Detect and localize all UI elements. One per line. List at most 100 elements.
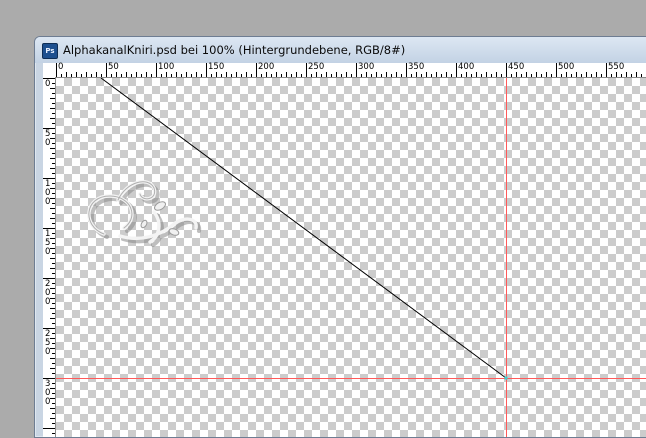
ruler-tick (626, 72, 627, 77)
ruler-tick (101, 74, 102, 77)
ruler-tick (161, 74, 162, 77)
ruler-tick (206, 63, 207, 77)
ruler-label: 500 (558, 62, 575, 72)
ruler-tick (426, 72, 427, 77)
ruler-label: 50 (45, 129, 51, 148)
ruler-tick (50, 368, 55, 369)
ruler-label: 50 (108, 62, 119, 72)
ruler-tick (171, 74, 172, 77)
ruler-tick (276, 72, 277, 77)
ruler-label: 250 (308, 62, 325, 72)
ruler-tick (596, 72, 597, 77)
ruler-tick (176, 72, 177, 77)
ruler-tick (436, 72, 437, 77)
ruler-tick (52, 223, 55, 224)
canvas-area[interactable] (56, 78, 646, 437)
ruler-tick (641, 74, 642, 77)
ruler-tick (52, 153, 55, 154)
ruler-tick (56, 63, 57, 77)
ruler-tick (52, 123, 55, 124)
ruler-tick (431, 74, 432, 77)
ruler-tick (536, 72, 537, 77)
ruler-tick (52, 413, 55, 414)
ruler-tick (191, 74, 192, 77)
ruler-tick (146, 72, 147, 77)
ruler-label: 0 (45, 79, 51, 89)
ruler-tick (366, 72, 367, 77)
ruler-tick (266, 72, 267, 77)
ruler-tick (52, 173, 55, 174)
ruler-tick (421, 74, 422, 77)
ruler-label: 450 (508, 62, 525, 72)
ruler-tick (416, 72, 417, 77)
ruler-tick (52, 373, 55, 374)
ruler-label: 150 (208, 62, 225, 72)
ruler-tick (52, 433, 55, 434)
ruler-tick (106, 63, 107, 77)
ruler-tick (351, 74, 352, 77)
ruler-tick (336, 72, 337, 77)
photoshop-icon: Ps (42, 43, 58, 59)
ruler-label: 100 (158, 62, 175, 72)
ruler-tick (111, 74, 112, 77)
ruler-tick (50, 168, 55, 169)
ruler-tick (461, 74, 462, 77)
ruler-tick (396, 72, 397, 77)
ornament-graphic (87, 180, 202, 247)
ruler-tick (76, 72, 77, 77)
ruler-tick (50, 408, 55, 409)
ruler-tick (50, 418, 55, 419)
ruler-tick (156, 63, 157, 77)
ruler-tick (91, 74, 92, 77)
ruler-tick (406, 63, 407, 77)
ruler-tick (541, 74, 542, 77)
ruler-tick (50, 318, 55, 319)
ruler-tick (52, 113, 55, 114)
ruler-tick (446, 72, 447, 77)
ruler-tick (121, 74, 122, 77)
title-bar[interactable]: Ps AlphakanalKniri.psd bei 100% (Hinterg… (35, 37, 646, 63)
ruler-tick (231, 74, 232, 77)
ruler-tick (381, 74, 382, 77)
ruler-tick (321, 74, 322, 77)
ruler-tick (251, 74, 252, 77)
ruler-tick (151, 74, 152, 77)
ruler-label: 150 (45, 229, 51, 257)
ruler-tick (52, 103, 55, 104)
ruler-tick (361, 74, 362, 77)
ruler-tick (261, 74, 262, 77)
ruler-tick (131, 74, 132, 77)
ruler-tick (50, 98, 55, 99)
vertical-ruler[interactable]: 0 50 100 150 200 250 300 (43, 77, 56, 437)
ruler-tick (50, 108, 55, 109)
ruler-tick (81, 74, 82, 77)
ruler-tick (216, 72, 217, 77)
ruler-tick (116, 72, 117, 77)
ruler-tick (486, 72, 487, 77)
ruler-tick (141, 74, 142, 77)
ruler-label: 100 (45, 179, 51, 207)
ruler-tick (126, 72, 127, 77)
ruler-label: 550 (608, 62, 625, 72)
ruler-tick (631, 74, 632, 77)
ruler-tick (506, 63, 507, 77)
ruler-tick (466, 72, 467, 77)
ruler-tick (50, 358, 55, 359)
ruler-tick (50, 118, 55, 119)
ruler-tick (391, 74, 392, 77)
ruler-tick (346, 72, 347, 77)
ruler-tick (551, 74, 552, 77)
document-title: AlphakanalKniri.psd bei 100% (Hintergrun… (63, 43, 406, 57)
ruler-tick (226, 72, 227, 77)
ruler-label: 300 (358, 62, 375, 72)
ruler-tick (526, 72, 527, 77)
ruler-tick (591, 74, 592, 77)
ruler-tick (221, 74, 222, 77)
ruler-tick (501, 74, 502, 77)
horizontal-ruler[interactable]: 0 50 100 150 200 250 300 350 400 450 500 550 (43, 62, 646, 78)
ruler-label: 200 (45, 279, 51, 307)
ruler-tick (86, 72, 87, 77)
ruler-label: 350 (408, 62, 425, 72)
ruler-label: 200 (258, 62, 275, 72)
ruler-label: 250 (45, 329, 51, 357)
